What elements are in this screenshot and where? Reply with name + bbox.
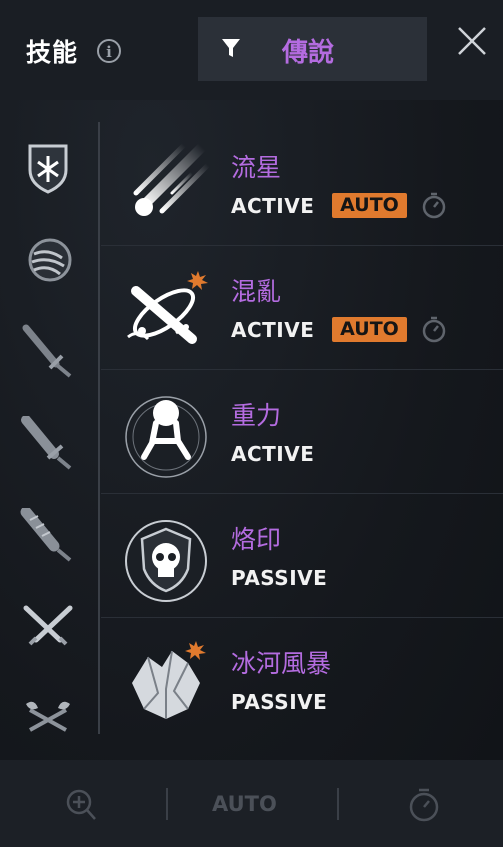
filter-label: 傳說 bbox=[282, 38, 335, 68]
header: 技能 i 傳說 bbox=[0, 0, 503, 100]
crossed-swords-icon[interactable] bbox=[20, 600, 76, 656]
auto-badge: AUTO bbox=[332, 193, 407, 218]
skill-row[interactable]: 重力 ACTIVE bbox=[101, 370, 503, 494]
auto-badge: AUTO bbox=[332, 317, 407, 342]
skill-type: ACTIVE bbox=[231, 194, 315, 218]
skill-type: PASSIVE bbox=[231, 566, 328, 590]
chaos-icon bbox=[127, 271, 208, 344]
skill-row[interactable]: 流星 ACTIVE AUTO bbox=[101, 122, 503, 246]
skill-name: 烙印 bbox=[231, 525, 282, 554]
auto-button[interactable]: AUTO bbox=[212, 792, 277, 816]
skill-name: 混亂 bbox=[231, 277, 282, 306]
info-icon[interactable]: i bbox=[97, 39, 121, 63]
skill-row[interactable]: 烙印 PASSIVE bbox=[101, 494, 503, 618]
sword-icon[interactable] bbox=[20, 324, 76, 380]
filter-icon bbox=[222, 39, 240, 57]
broadsword-icon[interactable] bbox=[20, 416, 76, 472]
skill-name: 流星 bbox=[231, 153, 282, 182]
spiked-club-icon[interactable] bbox=[20, 508, 76, 564]
skill-type: ACTIVE bbox=[231, 318, 315, 342]
filter-button[interactable]: 傳說 bbox=[198, 17, 427, 81]
close-icon[interactable] bbox=[453, 22, 491, 60]
timer-icon[interactable] bbox=[421, 191, 447, 219]
skill-type: ACTIVE bbox=[231, 442, 315, 466]
toolbar-divider bbox=[337, 788, 339, 820]
timer-icon[interactable] bbox=[407, 786, 441, 824]
skill-name: 重力 bbox=[231, 401, 282, 430]
gravity-icon bbox=[125, 396, 207, 478]
zoom-in-icon[interactable] bbox=[64, 786, 98, 824]
skill-row[interactable]: 冰河風暴 PASSIVE bbox=[101, 618, 503, 742]
sidebar-divider bbox=[98, 122, 100, 734]
page-title: 技能 bbox=[26, 38, 79, 67]
claw-icon[interactable] bbox=[20, 232, 76, 288]
crossed-axes-icon[interactable] bbox=[20, 690, 76, 746]
glacier-storm-icon bbox=[132, 641, 206, 719]
skill-list: 流星 ACTIVE AUTO 混亂 ACTIVE AUTO 重力 ACTIVE … bbox=[101, 122, 503, 742]
meteor-icon bbox=[133, 143, 210, 216]
skill-row[interactable]: 混亂 ACTIVE AUTO bbox=[101, 246, 503, 370]
skill-type: PASSIVE bbox=[231, 690, 328, 714]
skill-name: 冰河風暴 bbox=[231, 649, 332, 678]
timer-icon[interactable] bbox=[421, 315, 447, 343]
brand-skull-icon bbox=[125, 520, 207, 602]
shield-icon[interactable] bbox=[20, 140, 76, 196]
toolbar-divider bbox=[166, 788, 168, 820]
